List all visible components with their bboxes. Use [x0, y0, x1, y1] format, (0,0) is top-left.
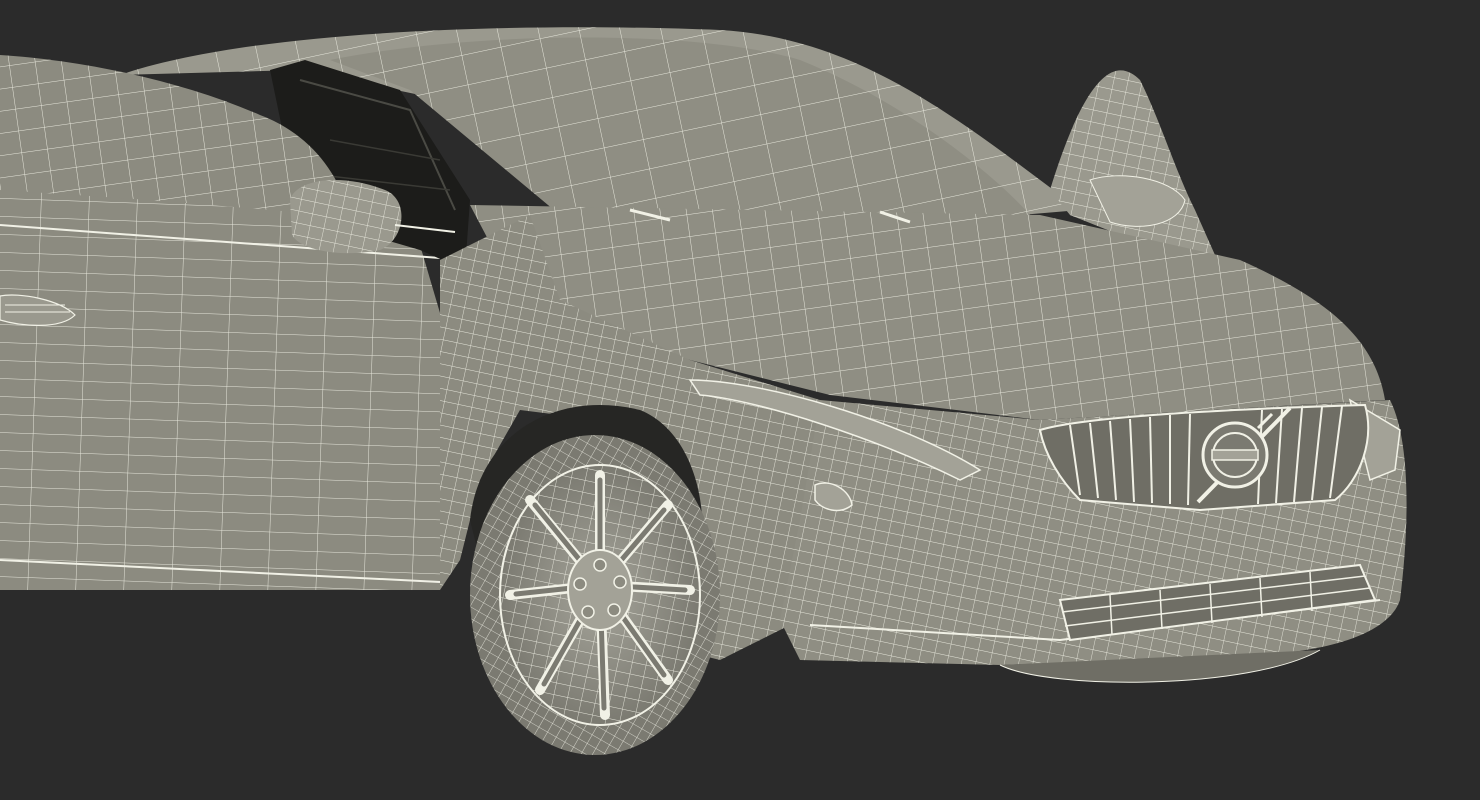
- car-render: [0, 27, 1407, 755]
- wheel-hub: [567, 549, 633, 631]
- render-viewport: [0, 0, 1480, 800]
- front-wheel: [470, 435, 720, 755]
